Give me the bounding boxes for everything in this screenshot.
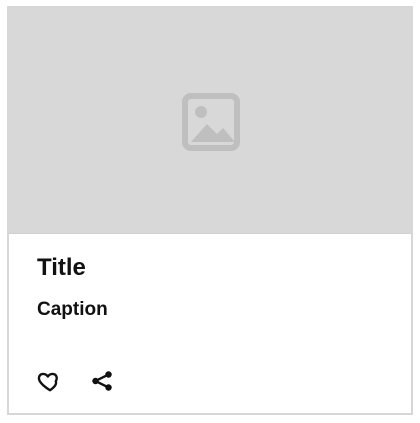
heart-icon — [37, 372, 58, 392]
share-icon — [92, 371, 112, 391]
card-caption: Caption — [37, 299, 108, 320]
like-button[interactable] — [37, 368, 63, 394]
card-actions — [37, 368, 115, 394]
card-content: Title Caption — [9, 234, 411, 415]
card-media — [9, 8, 411, 234]
card-title: Title — [37, 254, 86, 281]
card: Title Caption — [7, 6, 413, 415]
image-placeholder-icon — [182, 93, 240, 151]
share-button[interactable] — [89, 368, 115, 394]
